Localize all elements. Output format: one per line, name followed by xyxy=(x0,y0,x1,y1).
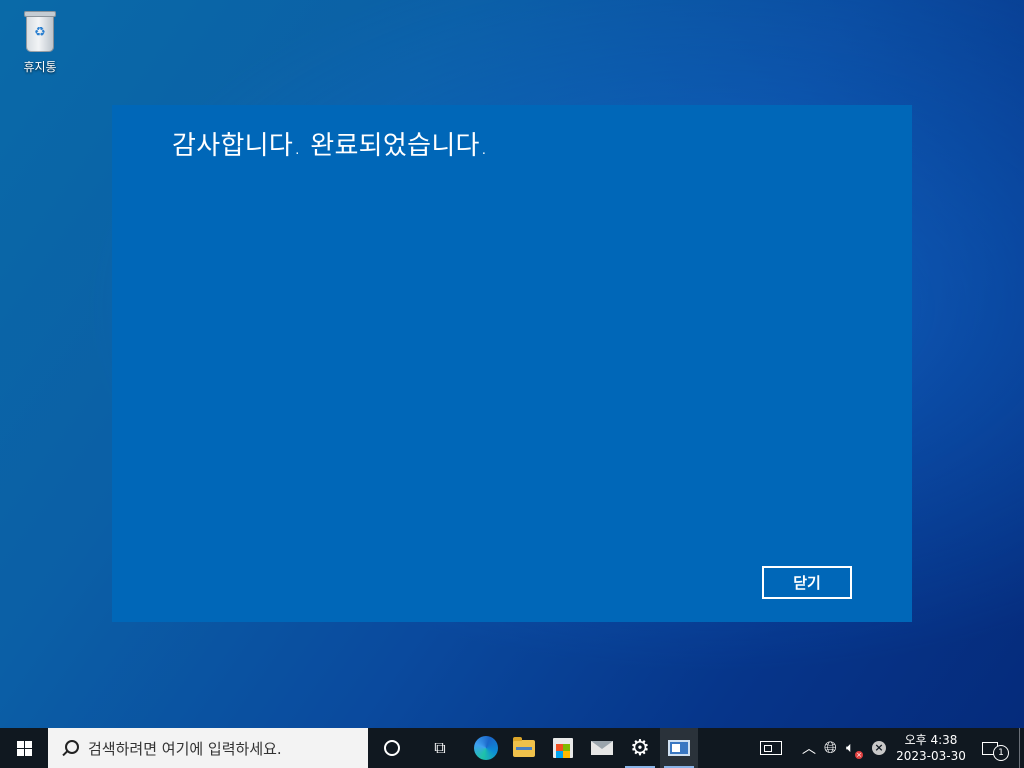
close-button[interactable]: 닫기 xyxy=(762,566,852,599)
speaker-muted-icon: 🔈︎ xyxy=(846,740,855,756)
cortana-button[interactable] xyxy=(372,728,412,768)
dialog-title: 감사합니다. 완료되었습니다. xyxy=(172,131,489,161)
windows-logo-icon xyxy=(16,740,32,756)
gear-icon: ⚙ xyxy=(630,735,650,761)
edge-icon xyxy=(474,736,498,760)
show-hidden-icons-button[interactable]: ︿ xyxy=(802,728,816,768)
show-desktop-button[interactable] xyxy=(1019,728,1024,768)
mail-icon xyxy=(591,741,613,755)
task-view-icon: ⧉ xyxy=(434,738,446,757)
chevron-up-icon: ︿ xyxy=(802,741,816,757)
globe-icon: 🌐︎ xyxy=(824,738,837,757)
notification-count-badge: 1 xyxy=(993,745,1009,761)
taskbar: 검색하려면 여기에 입력하세요. ⧉ ⚙ ︿ 🌐︎ 🔈︎ × × 오후 4:38… xyxy=(0,728,1024,768)
search-placeholder: 검색하려면 여기에 입력하세요. xyxy=(88,739,282,758)
taskbar-app-edge[interactable] xyxy=(467,728,505,768)
store-icon xyxy=(553,738,573,758)
news-icon xyxy=(760,741,782,755)
taskbar-app-file-explorer[interactable] xyxy=(505,728,543,768)
clock[interactable]: 오후 4:38 2023-03-30 xyxy=(893,728,969,768)
start-button[interactable] xyxy=(0,728,48,768)
news-and-interests-button[interactable] xyxy=(760,728,786,768)
recycle-bin-shortcut[interactable]: ♻ 휴지통 xyxy=(12,8,68,75)
taskbar-app-store[interactable] xyxy=(544,728,582,768)
completion-dialog: 감사합니다. 완료되었습니다. 닫기 xyxy=(112,105,912,622)
network-button[interactable]: 🌐︎ xyxy=(824,728,837,768)
taskbar-search-box[interactable]: 검색하려면 여기에 입력하세요. xyxy=(48,728,368,768)
task-view-button[interactable]: ⧉ xyxy=(420,728,460,768)
muted-badge-icon: × xyxy=(855,751,863,759)
volume-button[interactable]: 🔈︎ × xyxy=(846,728,863,768)
taskbar-app-active[interactable] xyxy=(660,728,698,768)
clock-time: 오후 4:38 xyxy=(904,733,958,747)
window-app-icon xyxy=(668,740,690,756)
folder-icon xyxy=(513,736,535,757)
recycle-bin-icon: ♻ xyxy=(22,8,58,54)
cortana-circle-icon xyxy=(384,740,400,756)
taskbar-app-settings[interactable]: ⚙ xyxy=(621,728,659,768)
clock-date: 2023-03-30 xyxy=(896,749,966,763)
search-icon xyxy=(60,738,80,758)
action-center-button[interactable]: 1 xyxy=(982,728,1009,768)
tray-error-button[interactable]: × xyxy=(872,728,886,768)
recycle-bin-label: 휴지통 xyxy=(23,60,57,74)
close-circle-icon: × xyxy=(872,741,886,755)
taskbar-app-mail[interactable] xyxy=(583,728,621,768)
